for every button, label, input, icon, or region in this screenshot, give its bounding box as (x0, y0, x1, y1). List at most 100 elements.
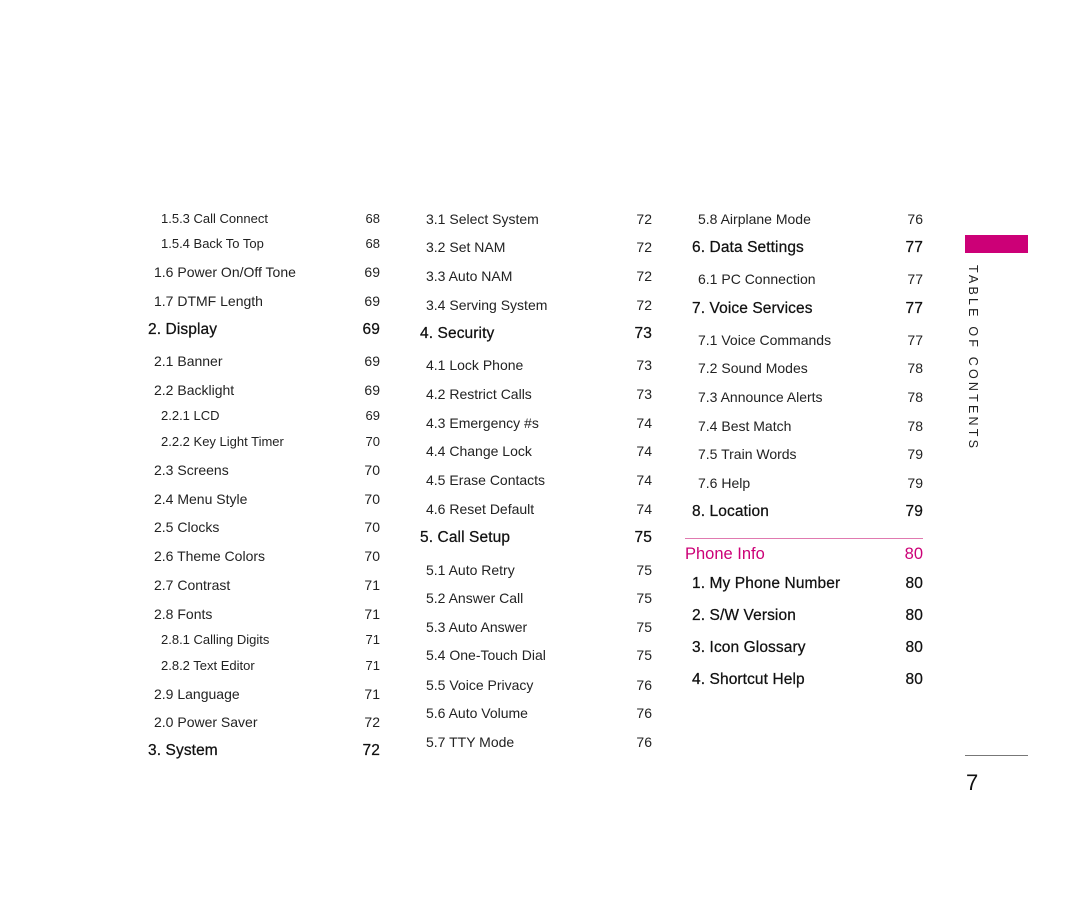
toc-entry-page: 70 (364, 462, 380, 478)
toc-entry-page: 72 (636, 268, 652, 284)
toc-entry-page: 70 (364, 519, 380, 535)
toc-entry[interactable]: 2.7 Contrast 71 (148, 577, 380, 593)
toc-entry-page: 77 (907, 332, 923, 348)
toc-entry[interactable]: 5.1 Auto Retry 75 (420, 562, 652, 578)
toc-entry-title: 5.2 Answer Call (426, 590, 524, 606)
toc-entry[interactable]: 5.3 Auto Answer 75 (420, 619, 652, 635)
toc-entry[interactable]: 7.6 Help 79 (692, 475, 923, 491)
toc-entry-page: 75 (636, 590, 652, 606)
toc-entry[interactable]: 2.2 Backlight 69 (148, 382, 380, 398)
toc-entry-page: 71 (364, 606, 380, 622)
toc-entry-page: 73 (636, 357, 652, 373)
toc-entry[interactable]: 5.2 Answer Call 75 (420, 590, 652, 606)
toc-entry-title: 3.2 Set NAM (426, 239, 506, 255)
toc-entry-title: 7.2 Sound Modes (698, 360, 808, 376)
toc-entry[interactable]: 2.8.2 Text Editor 71 (148, 658, 380, 673)
toc-entry[interactable]: 5.8 Airplane Mode 76 (692, 211, 923, 227)
toc-section-entry[interactable]: 2. S/W Version 80 (692, 607, 923, 625)
toc-entry[interactable]: 3.1 Select System 72 (420, 211, 652, 227)
toc-entry-page: 75 (636, 647, 652, 663)
toc-entry[interactable]: 2.4 Menu Style 70 (148, 491, 380, 507)
toc-section-entry[interactable]: 4. Shortcut Help 80 (692, 671, 923, 689)
toc-entry-title: 7. Voice Services (692, 300, 813, 317)
toc-entry-page: 68 (365, 211, 380, 226)
toc-entry[interactable]: 4.1 Lock Phone 73 (420, 357, 652, 373)
toc-section-entry[interactable]: 2. Display 69 (148, 321, 380, 339)
toc-entry[interactable]: 2.8.1 Calling Digits 71 (148, 632, 380, 647)
toc-entry[interactable]: 4.6 Reset Default 74 (420, 501, 652, 517)
toc-entry-title: 2.2.1 LCD (161, 408, 220, 423)
toc-entry-page: 77 (907, 271, 923, 287)
toc-entry-title: 3. Icon Glossary (692, 639, 806, 656)
toc-entry-title: 5.6 Auto Volume (426, 705, 528, 721)
toc-entry-title: 1.7 DTMF Length (154, 293, 263, 309)
toc-section-entry[interactable]: 5. Call Setup 75 (420, 529, 652, 547)
toc-entry-title: 2.1 Banner (154, 353, 223, 369)
toc-entry[interactable]: 2.0 Power Saver 72 (148, 714, 380, 730)
toc-entry-title: 4.2 Restrict Calls (426, 386, 532, 402)
toc-entry-title: 4.1 Lock Phone (426, 357, 524, 373)
toc-entry-page: 76 (636, 677, 652, 693)
toc-entry[interactable]: 4.2 Restrict Calls 73 (420, 386, 652, 402)
toc-entry[interactable]: 1.7 DTMF Length 69 (148, 293, 380, 309)
toc-entry[interactable]: 4.4 Change Lock 74 (420, 443, 652, 459)
toc-entry[interactable]: 3.2 Set NAM 72 (420, 239, 652, 255)
side-tab-label: TABLE OF CONTENTS (966, 265, 980, 452)
toc-entry-title: 2.2.2 Key Light Timer (161, 434, 284, 449)
toc-section-entry[interactable]: 4. Security 73 (420, 325, 652, 343)
toc-entry-title: 2.9 Language (154, 686, 240, 702)
toc-entry-title: 4.5 Erase Contacts (426, 472, 546, 488)
toc-entry[interactable]: 5.7 TTY Mode 76 (420, 734, 652, 750)
toc-section-entry[interactable]: 1. My Phone Number 80 (692, 575, 923, 593)
toc-entry[interactable]: 6.1 PC Connection 77 (692, 271, 923, 287)
toc-entry-page: 70 (364, 491, 380, 507)
toc-entry[interactable]: 2.1 Banner 69 (148, 353, 380, 369)
toc-entry[interactable]: 2.2.2 Key Light Timer 70 (148, 434, 380, 449)
toc-entry[interactable]: 3.3 Auto NAM 72 (420, 268, 652, 284)
toc-entry[interactable]: 2.3 Screens 70 (148, 462, 380, 478)
toc-section-entry[interactable]: 8. Location 79 (692, 503, 923, 521)
toc-entry-page: 72 (636, 239, 652, 255)
toc-entry[interactable]: 2.8 Fonts 71 (148, 606, 380, 622)
toc-entry[interactable]: 7.4 Best Match 78 (692, 418, 923, 434)
toc-entry[interactable]: 2.2.1 LCD 69 (148, 408, 380, 423)
toc-entry[interactable]: 1.6 Power On/Off Tone 69 (148, 264, 380, 280)
toc-entry[interactable]: 7.2 Sound Modes 78 (692, 360, 923, 376)
toc-entry[interactable]: 2.9 Language 71 (148, 686, 380, 702)
toc-entry-page: 80 (905, 639, 923, 656)
toc-entry-page: 69 (364, 382, 380, 398)
toc-entry-title: 6.1 PC Connection (698, 271, 816, 287)
toc-entry[interactable]: 5.6 Auto Volume 76 (420, 705, 652, 721)
toc-section-entry[interactable]: 3. System 72 (148, 742, 380, 760)
toc-entry[interactable]: 7.3 Announce Alerts 78 (692, 389, 923, 405)
toc-section-entry[interactable]: 7. Voice Services 77 (692, 300, 923, 318)
toc-entry[interactable]: 1.5.4 Back To Top 68 (148, 236, 380, 251)
toc-entry-page: 75 (636, 619, 652, 635)
toc-entry[interactable]: 4.3 Emergency #s 74 (420, 415, 652, 431)
toc-entry[interactable]: 3.4 Serving System 72 (420, 297, 652, 313)
phone-info-section-heading[interactable]: Phone Info 80 (685, 545, 923, 564)
toc-entry[interactable]: 7.1 Voice Commands 77 (692, 332, 923, 348)
toc-entry[interactable]: 2.6 Theme Colors 70 (148, 548, 380, 564)
toc-entry-title: 7.1 Voice Commands (698, 332, 832, 348)
toc-entry[interactable]: 4.5 Erase Contacts 74 (420, 472, 652, 488)
toc-entry-page: 73 (636, 386, 652, 402)
toc-entry-title: 5.5 Voice Privacy (426, 677, 534, 693)
toc-entry-title: 3. System (148, 742, 218, 759)
toc-section-entry[interactable]: 3. Icon Glossary 80 (692, 639, 923, 657)
toc-entry-title: 2.0 Power Saver (154, 714, 258, 730)
toc-entry[interactable]: 1.5.3 Call Connect 68 (148, 211, 380, 226)
toc-entry-title: 5.4 One-Touch Dial (426, 647, 546, 663)
toc-section-entry[interactable]: 6. Data Settings 77 (692, 239, 923, 257)
toc-entry-title: 2.8.2 Text Editor (161, 658, 255, 673)
toc-entry-title: 6. Data Settings (692, 239, 804, 256)
toc-entry-page: 68 (365, 236, 380, 251)
toc-entry-title: 3.3 Auto NAM (426, 268, 513, 284)
toc-entry[interactable]: 7.5 Train Words 79 (692, 446, 923, 462)
toc-entry-title: 2.7 Contrast (154, 577, 231, 593)
toc-entry[interactable]: 5.4 One-Touch Dial 75 (420, 647, 652, 663)
toc-entry[interactable]: 2.5 Clocks 70 (148, 519, 380, 535)
toc-entry-title: 7.6 Help (698, 475, 751, 491)
toc-entry[interactable]: 5.5 Voice Privacy 76 (420, 677, 652, 693)
toc-entry-title: 4. Security (420, 325, 495, 342)
